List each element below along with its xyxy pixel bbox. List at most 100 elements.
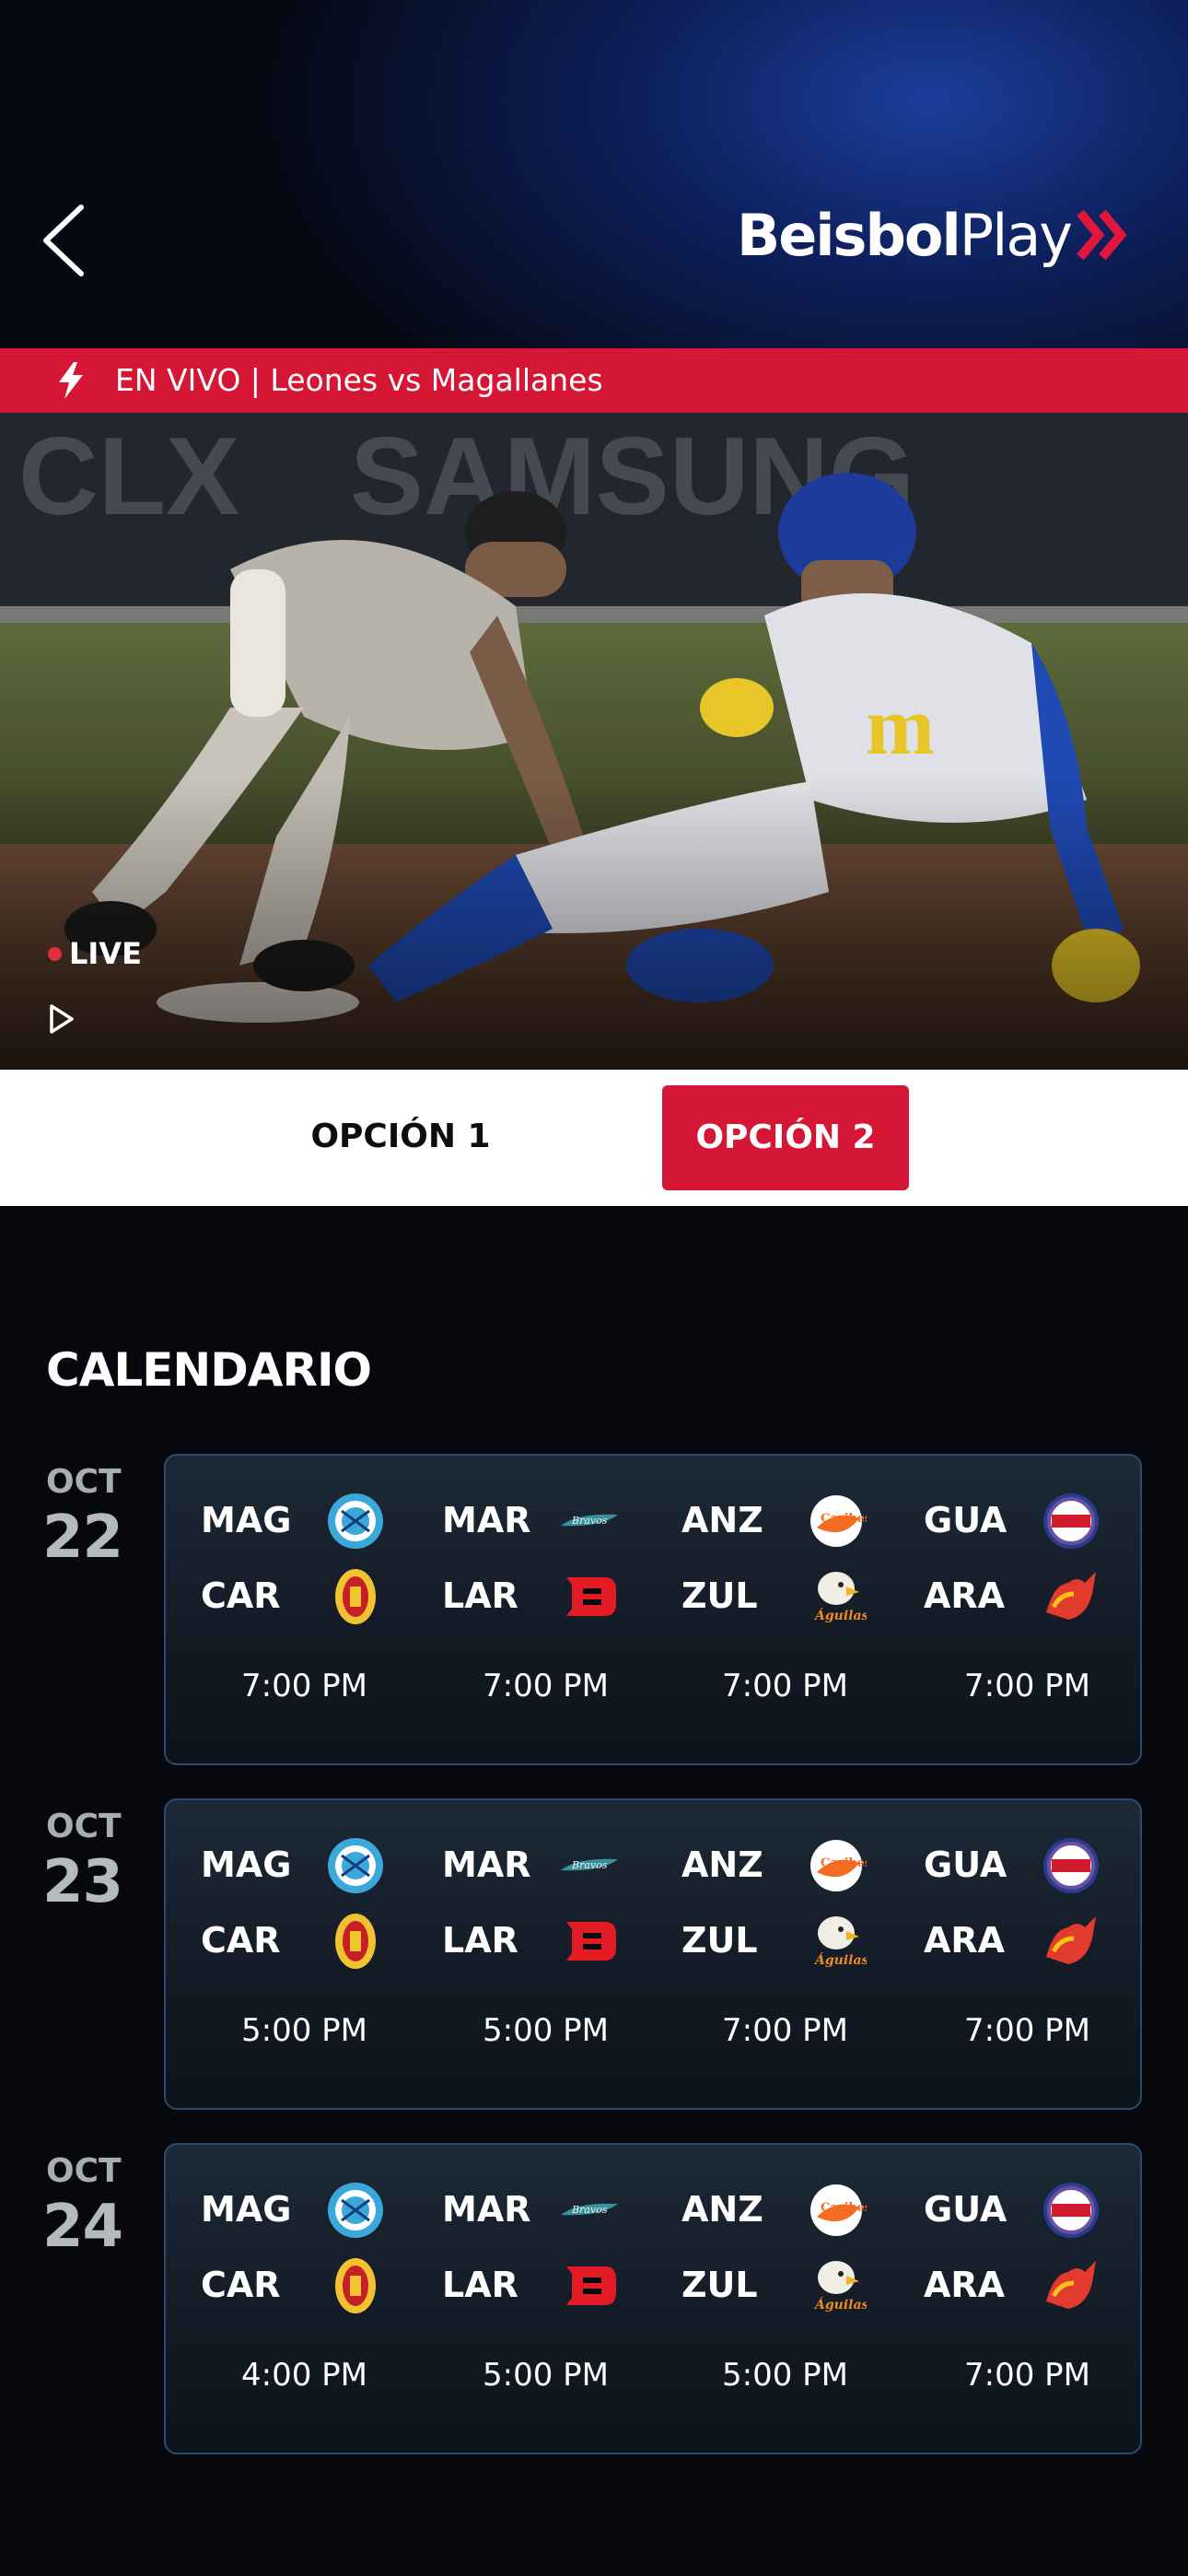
game-item[interactable]: MAR Bravos LAR 5:00 PM: [442, 2145, 686, 2456]
svg-text:Caribes: Caribes: [821, 1856, 867, 1870]
zul-team-logo-icon: Águilas: [806, 2255, 869, 2316]
double-chevron-icon: [1077, 209, 1127, 261]
away-team-code: CAR: [201, 2265, 281, 2305]
svg-text:Bravos: Bravos: [571, 2204, 608, 2216]
brand-name-bold: Beisbol: [737, 201, 961, 269]
game-time: 7:00 PM: [483, 1668, 609, 1704]
anz-team-logo-icon: Caribes: [806, 1491, 871, 1551]
game-time: 7:00 PM: [722, 2012, 848, 2049]
gua-team-logo-icon: [1041, 2180, 1101, 2241]
live-banner-text: EN VIVO | Leones vs Magallanes: [115, 362, 603, 398]
away-team-code: LAR: [442, 2265, 518, 2305]
svg-text:Águilas: Águilas: [813, 1607, 867, 1623]
svg-text:Bravos: Bravos: [571, 1859, 608, 1871]
home-team-code: GUA: [924, 1500, 1007, 1540]
live-banner[interactable]: EN VIVO | Leones vs Magallanes: [0, 348, 1188, 413]
lar-team-logo-icon: [559, 2255, 620, 2316]
calendar-day: OCT 24 MAG CAR 4:00 PM MAR Bravos LAR 5:00 PM ANZ…: [0, 2143, 1188, 2465]
calendar-day: OCT 23 MAG CAR 5:00 PM MAR Bravos LAR 5:00 PM ANZ…: [0, 1798, 1188, 2121]
game-time: 5:00 PM: [483, 2012, 609, 2049]
svg-text:Águilas: Águilas: [813, 2296, 867, 2313]
game-time: 5:00 PM: [483, 2357, 609, 2394]
games-card: MAG CAR 5:00 PM MAR Bravos LAR 5:00 PM ANZ Carib…: [164, 1798, 1142, 2110]
mag-team-logo-icon: [325, 1835, 386, 1896]
live-dot-icon: [48, 946, 62, 961]
day-month: OCT: [46, 1463, 122, 1501]
option-2-button[interactable]: OPCIÓN 2: [662, 1085, 909, 1190]
home-team-code: ANZ: [681, 2189, 763, 2230]
svg-text:Bravos: Bravos: [571, 1515, 608, 1527]
video-player[interactable]: CLX SAMSUNG: [0, 413, 1188, 1070]
game-item[interactable]: MAR Bravos LAR 7:00 PM: [442, 1456, 686, 1767]
game-time: 5:00 PM: [241, 2012, 367, 2049]
game-item[interactable]: MAR Bravos LAR 5:00 PM: [442, 1800, 686, 2112]
away-team-code: LAR: [442, 1575, 518, 1616]
game-time: 7:00 PM: [722, 1668, 848, 1704]
home-team-code: MAR: [442, 1500, 531, 1540]
game-item[interactable]: GUA ARA 7:00 PM: [924, 1800, 1168, 2112]
game-time: 7:00 PM: [964, 2357, 1090, 2394]
away-team-code: CAR: [201, 1920, 281, 1961]
gua-team-logo-icon: [1041, 1835, 1101, 1896]
back-button[interactable]: [33, 198, 98, 281]
games-card: MAG CAR 4:00 PM MAR Bravos LAR 5:00 PM ANZ Carib…: [164, 2143, 1142, 2454]
svg-text:Águilas: Águilas: [813, 1951, 867, 1968]
live-badge: LIVE: [48, 936, 142, 971]
away-team-code: LAR: [442, 1920, 518, 1961]
video-frame-image: CLX SAMSUNG: [0, 413, 1188, 1070]
away-team-code: ZUL: [681, 1920, 758, 1961]
app-header: Beisbol Play: [0, 0, 1188, 348]
mar-team-logo-icon: Bravos: [559, 1835, 620, 1896]
lar-team-logo-icon: [559, 1566, 620, 1627]
away-team-code: ARA: [924, 2265, 1006, 2305]
anz-team-logo-icon: Caribes: [806, 1835, 871, 1896]
home-team-code: GUA: [924, 1844, 1007, 1885]
calendar-day: OCT 22 MAG CAR 7:00 PM MAR Bravos LAR 7:00 PM ANZ…: [0, 1454, 1188, 1776]
option-1-button[interactable]: OPCIÓN 1: [276, 1095, 525, 1179]
day-number: 22: [42, 1504, 123, 1572]
ara-team-logo-icon: [1041, 1566, 1101, 1627]
anz-team-logo-icon: Caribes: [806, 2180, 871, 2241]
day-number: 24: [42, 2193, 123, 2261]
brand-logo: Beisbol Play: [737, 198, 1132, 272]
brand-name-light: Play: [959, 201, 1073, 269]
home-team-code: MAR: [442, 2189, 531, 2230]
mar-team-logo-icon: Bravos: [559, 1491, 620, 1551]
chevron-left-icon: [43, 205, 84, 276]
game-time: 5:00 PM: [722, 2357, 848, 2394]
away-team-code: ARA: [924, 1920, 1006, 1961]
game-item[interactable]: ANZ Caribes ZUL Águilas 5:00 PM: [681, 2145, 926, 2456]
car-team-logo-icon: [325, 1566, 386, 1627]
zul-team-logo-icon: Águilas: [806, 1566, 869, 1627]
calendar-title: CALENDARIO: [46, 1343, 372, 1397]
gua-team-logo-icon: [1041, 1491, 1101, 1551]
game-time: 7:00 PM: [241, 1668, 367, 1704]
game-item[interactable]: ANZ Caribes ZUL Águilas 7:00 PM: [681, 1456, 926, 1767]
game-item[interactable]: MAG CAR 7:00 PM: [201, 1456, 445, 1767]
game-item[interactable]: GUA ARA 7:00 PM: [924, 2145, 1168, 2456]
away-team-code: CAR: [201, 1575, 281, 1616]
mar-team-logo-icon: Bravos: [559, 2180, 620, 2241]
game-time: 7:00 PM: [964, 2012, 1090, 2049]
home-team-code: MAR: [442, 1844, 531, 1885]
play-icon[interactable]: [48, 1002, 76, 1036]
game-item[interactable]: ANZ Caribes ZUL Águilas 7:00 PM: [681, 1800, 926, 2112]
game-item[interactable]: GUA ARA 7:00 PM: [924, 1456, 1168, 1767]
home-team-code: MAG: [201, 1844, 292, 1885]
live-label: LIVE: [69, 936, 142, 971]
ara-team-logo-icon: [1041, 1911, 1101, 1972]
game-item[interactable]: MAG CAR 5:00 PM: [201, 1800, 445, 2112]
day-number: 23: [42, 1848, 123, 1916]
game-item[interactable]: MAG CAR 4:00 PM: [201, 2145, 445, 2456]
game-time: 4:00 PM: [241, 2357, 367, 2394]
car-team-logo-icon: [325, 2255, 386, 2316]
game-time: 7:00 PM: [964, 1668, 1090, 1704]
home-team-code: MAG: [201, 1500, 292, 1540]
away-team-code: ZUL: [681, 1575, 758, 1616]
svg-text:Caribes: Caribes: [821, 1512, 867, 1526]
car-team-logo-icon: [325, 1911, 386, 1972]
lar-team-logo-icon: [559, 1911, 620, 1972]
svg-text:Caribes: Caribes: [821, 2201, 867, 2215]
day-month: OCT: [46, 2152, 122, 2190]
zul-team-logo-icon: Águilas: [806, 1911, 869, 1972]
